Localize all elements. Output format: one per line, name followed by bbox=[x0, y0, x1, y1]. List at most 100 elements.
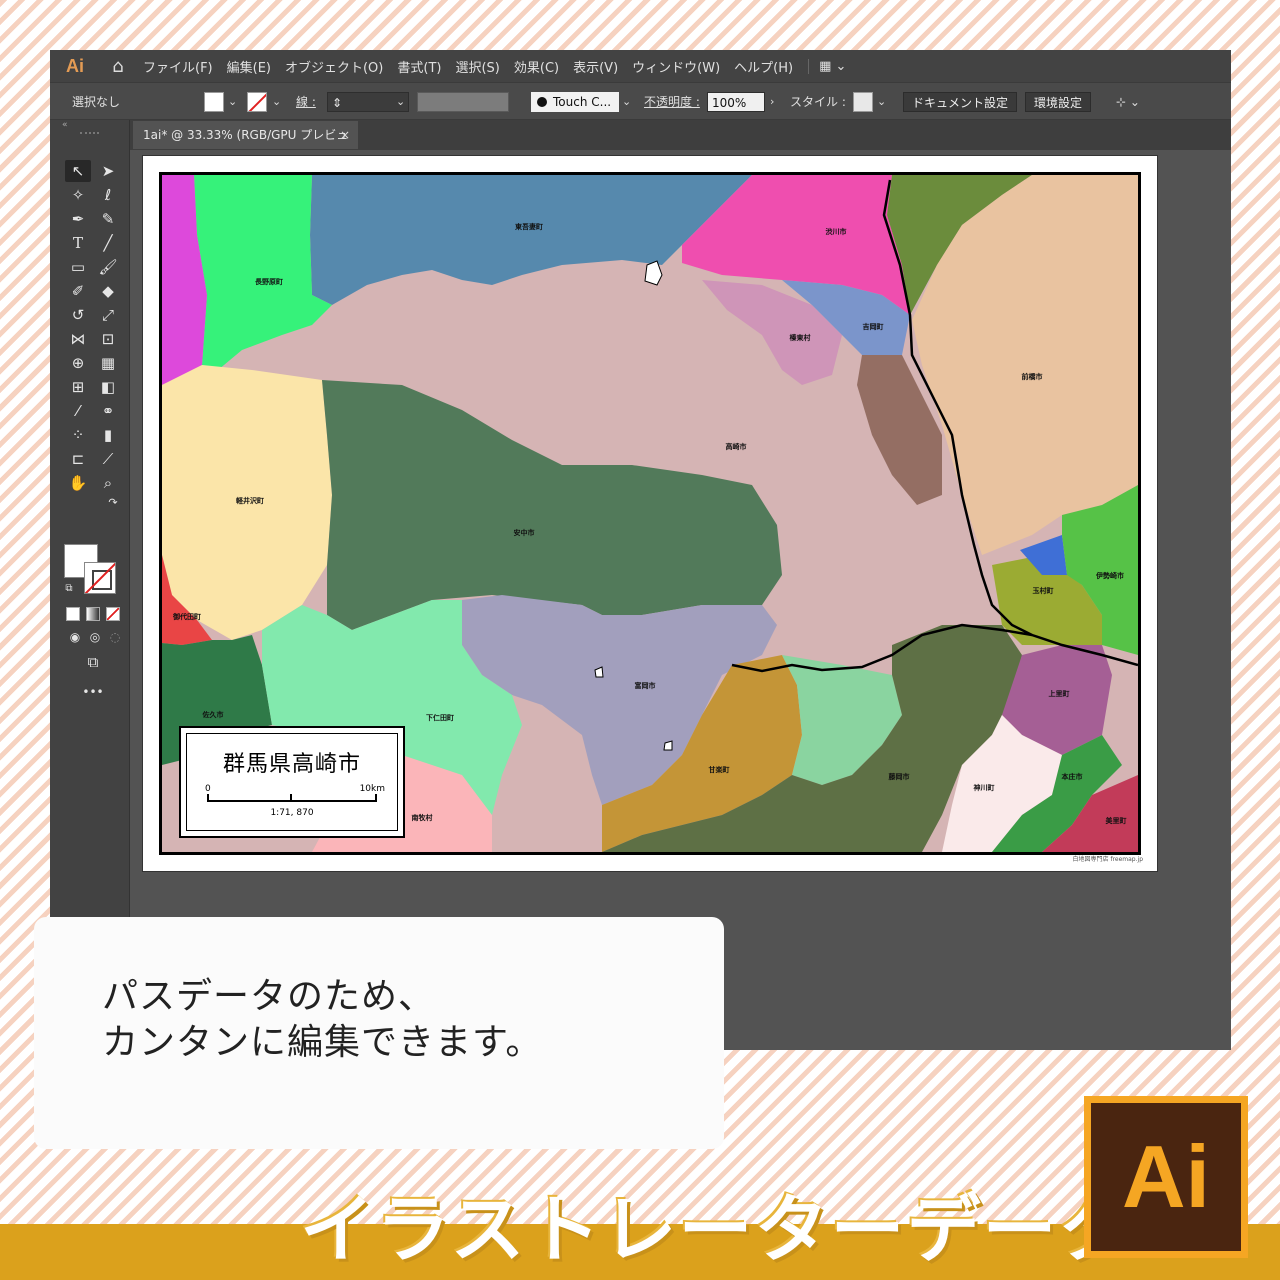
fill-swatch[interactable] bbox=[204, 92, 224, 112]
swap-fill-stroke-icon[interactable]: ↷ bbox=[100, 492, 126, 514]
region-higashiagatsuma bbox=[310, 175, 752, 305]
panel-grip[interactable] bbox=[80, 132, 99, 142]
menu-select[interactable]: 選択(S) bbox=[448, 57, 506, 76]
menu-bar: Ai ⌂ ファイル(F) 編集(E) オブジェクト(O) 書式(T) 選択(S)… bbox=[50, 50, 1231, 82]
free-transform-tool-icon[interactable]: ⊡ bbox=[95, 328, 121, 350]
color-mode-icon[interactable] bbox=[66, 607, 80, 621]
label-maebashi: 前橋市 bbox=[1021, 373, 1043, 381]
line-tool-icon[interactable]: ╱ bbox=[95, 232, 121, 254]
label-fujioka: 藤岡市 bbox=[888, 773, 910, 781]
gradient-tool-icon[interactable]: ◧ bbox=[95, 376, 121, 398]
label-misato: 美里町 bbox=[1105, 817, 1127, 825]
label-honjo: 本庄市 bbox=[1061, 773, 1083, 781]
variable-width-profile[interactable] bbox=[417, 92, 509, 112]
illustrator-logo-icon: Ai bbox=[1084, 1096, 1248, 1258]
zoom-tool-icon[interactable]: ⌕ bbox=[95, 472, 121, 494]
document-setup-button[interactable]: ドキュメント設定 bbox=[903, 92, 1018, 112]
style-swatch[interactable] bbox=[853, 92, 873, 112]
artboard: 東吾妻町 渋川市 長野原町 榛東村 吉岡町 前橋市 高崎市 軽井沢町 安中市 伊… bbox=[142, 155, 1158, 872]
slice-tool-icon[interactable]: ⟋ bbox=[95, 448, 121, 470]
rotate-tool-icon[interactable]: ↺ bbox=[65, 304, 91, 326]
opacity-label[interactable]: 不透明度 : bbox=[644, 92, 700, 112]
label-shimonita: 下仁田町 bbox=[426, 714, 454, 722]
chevron-down-icon[interactable]: ⌄ bbox=[396, 92, 405, 112]
home-icon[interactable]: ⌂ bbox=[100, 56, 136, 77]
close-icon[interactable]: × bbox=[340, 121, 350, 149]
brush-definition[interactable]: Touch C... bbox=[531, 92, 619, 112]
curvature-tool-icon[interactable]: ✎ bbox=[95, 208, 121, 230]
scale-end: 10km bbox=[359, 784, 385, 794]
label-kamikawa: 神川町 bbox=[973, 784, 995, 792]
menu-edit[interactable]: 編集(E) bbox=[220, 57, 278, 76]
tools-panel: « ↖ ➤ ✧ ℓ ✒ ✎ T ╱ ▭ 🖌 ✐ ◆ ↺ ⤢ ⋈ ⊡ ⊕ ▦ ⊞ … bbox=[50, 120, 130, 1050]
document-tab[interactable]: 1ai* @ 33.33% (RGB/GPU プレビュー) × bbox=[133, 121, 358, 170]
chevron-down-icon[interactable]: ⌄ bbox=[272, 92, 281, 112]
menu-object[interactable]: オブジェクト(O) bbox=[278, 57, 390, 76]
eyedropper-tool-icon[interactable]: ⁄ bbox=[65, 400, 91, 422]
collapse-icon[interactable]: « bbox=[50, 120, 129, 132]
scale-ratio: 1:71, 870 bbox=[270, 808, 314, 818]
chevron-down-icon[interactable]: ⌄ bbox=[877, 92, 886, 112]
perspective-grid-tool-icon[interactable]: ▦ bbox=[95, 352, 121, 374]
scale-tool-icon[interactable]: ⤢ bbox=[95, 304, 121, 326]
mesh-tool-icon[interactable]: ⊞ bbox=[65, 376, 91, 398]
none-mode-icon[interactable] bbox=[106, 607, 120, 621]
map-frame: 東吾妻町 渋川市 長野原町 榛東村 吉岡町 前橋市 高崎市 軽井沢町 安中市 伊… bbox=[159, 172, 1141, 855]
stroke-label[interactable]: 線 : bbox=[296, 92, 316, 112]
selection-tool-icon[interactable]: ↖ bbox=[65, 160, 91, 182]
menu-type[interactable]: 書式(T) bbox=[390, 57, 448, 76]
shape-builder-tool-icon[interactable]: ⊕ bbox=[65, 352, 91, 374]
scale-bar bbox=[207, 800, 377, 802]
workspace-switcher-icon[interactable]: ▦ ⌄ bbox=[808, 58, 846, 74]
label-karuizawa: 軽井沢町 bbox=[236, 497, 264, 505]
preferences-button[interactable]: 環境設定 bbox=[1025, 92, 1092, 112]
default-colors-icon[interactable]: ⧉ bbox=[56, 578, 82, 600]
pen-tool-icon[interactable]: ✒ bbox=[65, 208, 91, 230]
control-bar: 選択なし ⌄ ⌄ 線 : ⇕ ⌄ Touch C... ⌄ 不透明度 : 100… bbox=[50, 82, 1231, 120]
label-nanmoku: 南牧村 bbox=[411, 814, 433, 822]
map-title-box: 群馬県高崎市 0 10km 1:71, 870 bbox=[179, 726, 405, 838]
brush-name: Touch C... bbox=[553, 95, 612, 109]
shaper-tool-icon[interactable]: ✐ bbox=[65, 280, 91, 302]
menu-window[interactable]: ウィンドウ(W) bbox=[625, 57, 727, 76]
rectangle-tool-icon[interactable]: ▭ bbox=[65, 256, 91, 278]
type-tool-icon[interactable]: T bbox=[65, 232, 91, 254]
screen-mode-icon[interactable]: ⧉ bbox=[80, 651, 106, 673]
label-annaka: 安中市 bbox=[513, 529, 535, 537]
paintbrush-tool-icon[interactable]: 🖌 bbox=[95, 256, 121, 278]
gradient-mode-icon[interactable] bbox=[86, 607, 100, 621]
label-kanra: 甘楽町 bbox=[708, 766, 730, 774]
more-tools-icon[interactable]: ••• bbox=[80, 681, 106, 703]
arrange-icon[interactable]: ⊹ ⌄ bbox=[1116, 92, 1140, 112]
chevron-down-icon[interactable]: ⌄ bbox=[622, 92, 631, 112]
illustrator-logo-text: Ai bbox=[1091, 1103, 1241, 1251]
opacity-input[interactable]: 100% bbox=[707, 92, 765, 112]
style-label: スタイル : bbox=[790, 95, 846, 109]
hand-tool-icon[interactable]: ✋ bbox=[65, 472, 91, 494]
label-higashiagatsuma: 東吾妻町 bbox=[515, 223, 543, 231]
app-logo: Ai bbox=[66, 55, 84, 76]
stroke-swatch[interactable] bbox=[247, 92, 267, 112]
width-tool-icon[interactable]: ⋈ bbox=[65, 328, 91, 350]
label-tamamura: 玉村町 bbox=[1032, 587, 1054, 595]
menu-effect[interactable]: 効果(C) bbox=[507, 57, 566, 76]
blend-tool-icon[interactable]: ⚭ bbox=[95, 400, 121, 422]
artboard-tool-icon[interactable]: ⊏ bbox=[65, 448, 91, 470]
scale-start: 0 bbox=[205, 784, 211, 794]
draw-inside-icon[interactable]: ◌ bbox=[102, 626, 128, 648]
menu-file[interactable]: ファイル(F) bbox=[136, 57, 220, 76]
direct-selection-tool-icon[interactable]: ➤ bbox=[95, 160, 121, 182]
symbol-sprayer-tool-icon[interactable]: ⁘ bbox=[65, 424, 91, 446]
eraser-tool-icon[interactable]: ◆ bbox=[95, 280, 121, 302]
document-tab-bar: 1ai* @ 33.33% (RGB/GPU プレビュー) × bbox=[130, 120, 1231, 170]
menu-view[interactable]: 表示(V) bbox=[566, 57, 625, 76]
column-graph-tool-icon[interactable]: ▮ bbox=[95, 424, 121, 446]
chevron-right-icon[interactable]: › bbox=[770, 92, 774, 112]
banner-title: イラストレーターデータ bbox=[300, 1187, 1135, 1273]
map-credit: 白地図専門店 freemap.jp bbox=[1072, 856, 1143, 863]
magic-wand-tool-icon[interactable]: ✧ bbox=[65, 184, 91, 206]
menu-help[interactable]: ヘルプ(H) bbox=[727, 57, 800, 76]
chevron-down-icon[interactable]: ⌄ bbox=[228, 92, 237, 112]
stroke-color-box[interactable] bbox=[84, 562, 116, 594]
lasso-tool-icon[interactable]: ℓ bbox=[95, 184, 121, 206]
